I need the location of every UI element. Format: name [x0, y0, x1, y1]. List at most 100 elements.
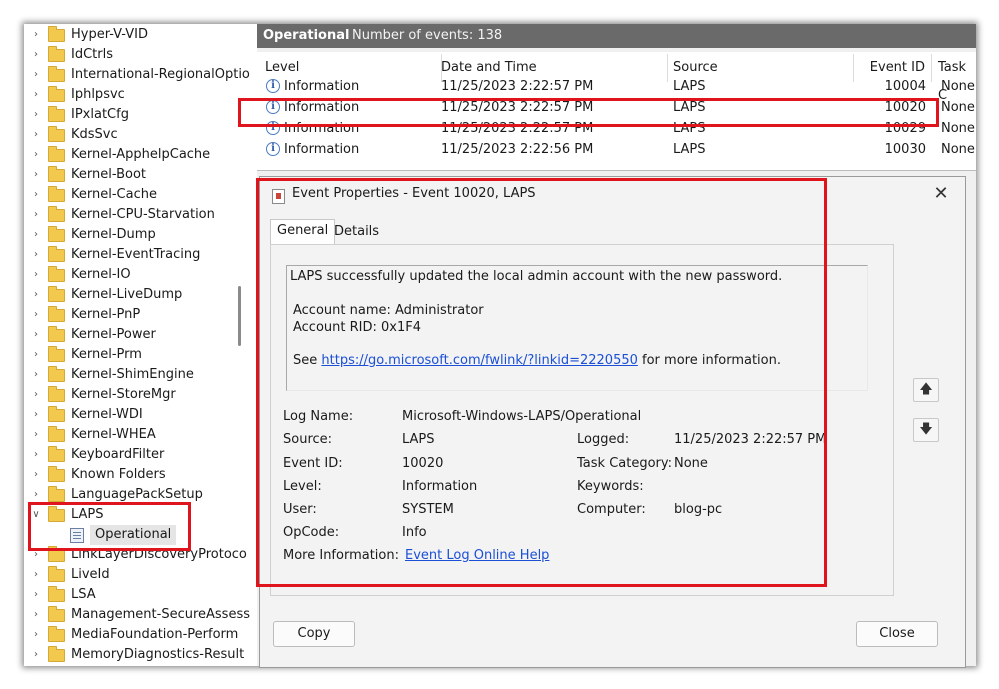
tree-item[interactable]: › Kernel-PnP — [24, 305, 252, 325]
event-log-help-link[interactable]: Event Log Online Help — [405, 548, 549, 563]
table-row[interactable]: i Information 11/25/2023 2:22:57 PM LAPS 100… — [257, 97, 976, 118]
tree-item[interactable]: › KdsSvc — [24, 125, 252, 145]
tree-item[interactable]: › Kernel-Prm — [24, 345, 252, 365]
folder-icon — [48, 306, 65, 322]
tree-item[interactable]: › Kernel-Power — [24, 325, 252, 345]
chevron-right-icon[interactable]: › — [31, 245, 41, 265]
tab-general[interactable]: General — [270, 219, 336, 245]
tree-item[interactable]: › Known Folders — [24, 465, 252, 485]
tree-item-label: Kernel-StoreMgr — [71, 387, 176, 402]
chevron-right-icon[interactable]: › — [31, 105, 41, 125]
chevron-right-icon[interactable]: › — [31, 585, 41, 605]
tree-item[interactable]: › IPxlatCfg — [24, 105, 252, 125]
tree-item-label: Kernel-Boot — [71, 167, 146, 182]
folder-icon — [48, 106, 65, 122]
tab-details[interactable]: Details — [328, 221, 385, 243]
folder-icon — [48, 286, 65, 302]
tree-item[interactable]: › MemoryDiagnostics-Result — [24, 645, 252, 665]
chevron-right-icon[interactable]: › — [31, 625, 41, 645]
level-value: Information — [402, 479, 478, 494]
tree-item[interactable]: › Kernel-ApphelpCache — [24, 145, 252, 165]
tree-item[interactable]: › International-RegionalOptio — [24, 65, 252, 85]
chevron-right-icon[interactable]: › — [31, 145, 41, 165]
fwlink-link[interactable]: https://go.microsoft.com/fwlink/?linkid=… — [321, 353, 638, 368]
tree-item[interactable]: › Kernel-WDI — [24, 405, 252, 425]
chevron-right-icon[interactable]: › — [31, 605, 41, 625]
chevron-right-icon[interactable]: › — [31, 545, 41, 565]
chevron-right-icon[interactable]: › — [31, 405, 41, 425]
tree-item[interactable]: › LSA — [24, 585, 252, 605]
see-prefix: See — [293, 353, 322, 368]
tree-item[interactable]: › LinkLayerDiscoveryProtoco — [24, 545, 252, 565]
chevron-right-icon[interactable]: › — [31, 205, 41, 225]
tree-item[interactable]: › Kernel-StoreMgr — [24, 385, 252, 405]
folder-icon — [48, 346, 65, 362]
chevron-right-icon[interactable]: › — [31, 85, 41, 105]
chevron-right-icon[interactable]: › — [31, 645, 41, 665]
tree-item[interactable]: › KeyboardFilter — [24, 445, 252, 465]
copy-button[interactable]: Copy — [273, 621, 355, 647]
tree-item[interactable]: › Kernel-Boot — [24, 165, 252, 185]
tree-item[interactable]: › LiveId — [24, 565, 252, 585]
tree-item[interactable]: › Hyper-V-VID — [24, 25, 252, 45]
chevron-right-icon[interactable]: › — [31, 465, 41, 485]
chevron-right-icon[interactable]: › — [31, 25, 41, 45]
tree-item[interactable]: › Kernel-Dump — [24, 225, 252, 245]
tree-item-child[interactable]: Operational — [24, 525, 252, 545]
chevron-right-icon[interactable]: › — [31, 445, 41, 465]
close-button[interactable]: Close — [856, 621, 938, 647]
chevron-right-icon[interactable]: › — [31, 325, 41, 345]
close-icon[interactable]: ✕ — [926, 181, 956, 207]
tree-item[interactable]: › MediaFoundation-Perform — [24, 625, 252, 645]
chevron-right-icon[interactable]: › — [31, 125, 41, 145]
arrow-up-icon: 🡅 — [919, 382, 933, 397]
tree-item[interactable]: › Iphlpsvc — [24, 85, 252, 105]
pane-title: Operational — [263, 28, 350, 43]
tree-item[interactable]: › Kernel-ShimEngine — [24, 365, 252, 385]
folder-icon — [48, 226, 65, 242]
general-panel: LAPS successfully updated the local admi… — [270, 244, 894, 596]
tree-item[interactable]: › Kernel-Cache — [24, 185, 252, 205]
chevron-right-icon[interactable]: › — [31, 305, 41, 325]
chevron-right-icon[interactable]: › — [31, 425, 41, 445]
tree-item[interactable]: › Kernel-IO — [24, 265, 252, 285]
table-row[interactable]: i Information 11/25/2023 2:22:56 PM LAPS 100… — [257, 139, 976, 160]
table-row[interactable]: i Information 11/25/2023 2:22:57 PM LAPS 100… — [257, 118, 976, 139]
tree-item[interactable]: › Kernel-CPU-Starvation — [24, 205, 252, 225]
tree-item-label: LinkLayerDiscoveryProtoco — [71, 547, 247, 562]
folder-icon — [48, 246, 65, 262]
chevron-right-icon[interactable]: › — [31, 185, 41, 205]
dialog-title: Event Properties - Event 10020, LAPS — [292, 186, 536, 201]
folder-icon — [48, 626, 65, 642]
folder-icon — [48, 386, 65, 402]
tree-item[interactable]: › LanguagePackSetup — [24, 485, 252, 505]
chevron-right-icon[interactable]: › — [31, 45, 41, 65]
chevron-down-icon[interactable]: ∨ — [31, 505, 41, 525]
tree-item[interactable]: ∨ LAPS — [24, 505, 252, 525]
chevron-right-icon[interactable]: › — [31, 285, 41, 305]
previous-event-button[interactable]: 🡅 — [913, 378, 939, 402]
tree-item[interactable]: › IdCtrls — [24, 45, 252, 65]
source-cell: LAPS — [673, 79, 706, 94]
chevron-right-icon[interactable]: › — [31, 365, 41, 385]
computer-label: Computer: — [577, 502, 646, 517]
tree-item[interactable]: › Kernel-EventTracing — [24, 245, 252, 265]
log-name-value: Microsoft-Windows-LAPS/Operational — [402, 409, 642, 424]
chevron-right-icon[interactable]: › — [31, 225, 41, 245]
chevron-right-icon[interactable]: › — [31, 385, 41, 405]
tree-item[interactable]: › Kernel-WHEA — [24, 425, 252, 445]
chevron-right-icon[interactable]: › — [31, 165, 41, 185]
tree-item[interactable]: › Kernel-LiveDump — [24, 285, 252, 305]
table-row[interactable]: i Information 11/25/2023 2:22:57 PM LAPS 100… — [257, 76, 976, 97]
chevron-right-icon[interactable]: › — [31, 485, 41, 505]
chevron-right-icon[interactable]: › — [31, 565, 41, 585]
task-cell: None — [941, 142, 975, 157]
tree-item[interactable]: › Management-SecureAssess — [24, 605, 252, 625]
chevron-right-icon[interactable]: › — [31, 345, 41, 365]
chevron-right-icon[interactable]: › — [31, 65, 41, 85]
chevron-right-icon[interactable]: › — [31, 265, 41, 285]
next-event-button[interactable]: 🡇 — [913, 418, 939, 442]
event-message[interactable]: LAPS successfully updated the local admi… — [286, 265, 868, 391]
tree-scrollbar[interactable] — [238, 286, 241, 346]
tree-item-label: LAPS — [71, 507, 104, 522]
